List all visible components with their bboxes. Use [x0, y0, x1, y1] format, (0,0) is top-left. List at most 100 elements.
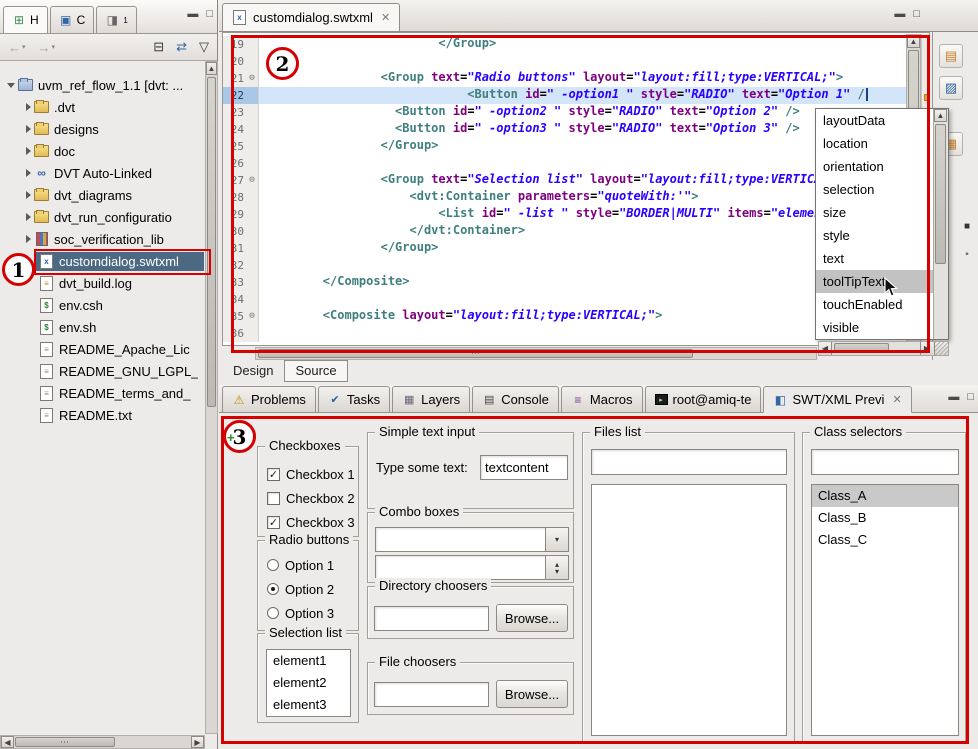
collapse-all-icon[interactable]: ⊟ [153, 39, 164, 55]
tree-vscrollbar[interactable]: ▲ [205, 61, 218, 734]
tree-expanded-arrow-icon[interactable] [7, 83, 15, 88]
directory-input[interactable] [374, 606, 489, 631]
list-item[interactable]: element2 [267, 672, 350, 694]
tab-swt-xml-previ[interactable]: SWT/XML Previ✕ [763, 386, 911, 413]
radio-row[interactable]: Option 1 [267, 555, 334, 575]
scroll-up-icon[interactable]: ▲ [934, 109, 947, 122]
line-number-gutter[interactable]: 19 [223, 36, 259, 53]
line-number-gutter[interactable]: 32 [223, 257, 259, 274]
line-number-gutter[interactable]: 33 [223, 274, 259, 291]
view-tab-window[interactable]: 1 [96, 6, 136, 33]
view-menu-icon[interactable]: ▽ [199, 39, 209, 55]
line-number-gutter[interactable]: 35⊖ [223, 308, 259, 325]
radio-unselected-icon[interactable] [267, 607, 279, 619]
combo-box-2[interactable]: ▴▾ [375, 555, 569, 580]
chevron-down-icon[interactable]: ▾ [545, 528, 568, 551]
restore-view-icon[interactable]: ■ [959, 218, 975, 234]
text-input[interactable] [480, 455, 568, 480]
tree-item[interactable]: env.csh [0, 294, 204, 316]
list-item[interactable]: element1 [267, 650, 350, 672]
class-list[interactable]: Class_A Class_B Class_C [811, 484, 959, 736]
popup-vscrollbar[interactable]: ▲ [933, 109, 948, 339]
checkbox-checked-icon[interactable]: ✓ [267, 468, 280, 481]
combo-box-1[interactable]: ▾ [375, 527, 569, 552]
tree-item[interactable]: .dvt [0, 96, 204, 118]
forward-icon[interactable]: →▾ [38, 40, 56, 55]
scroll-thumb[interactable] [834, 343, 889, 353]
completion-item[interactable]: orientation [816, 155, 933, 178]
tab-layers[interactable]: Layers [392, 386, 470, 412]
checkbox-unchecked-icon[interactable] [267, 492, 280, 505]
browse-directory-button[interactable]: Browse... [496, 604, 568, 632]
completion-item[interactable]: visible [816, 316, 933, 339]
selection-list[interactable]: element1 element2 element3 [266, 649, 351, 717]
files-list[interactable] [591, 484, 787, 736]
tree-item[interactable]: README_terms_and_ [0, 382, 204, 404]
maximize-icon[interactable]: □ [967, 391, 974, 403]
checkbox-row[interactable]: ✓ Checkbox 1 [267, 464, 355, 484]
tree-item[interactable]: uvm_ref_flow_1.1 [dvt: ... [0, 74, 204, 96]
line-number-gutter[interactable]: 24 [223, 121, 259, 138]
list-item[interactable]: Class_B [812, 507, 958, 529]
scroll-up-icon[interactable]: ▲ [206, 62, 217, 75]
line-number-gutter[interactable]: 28 [223, 189, 259, 206]
browse-file-button[interactable]: Browse... [496, 680, 568, 708]
tree-item[interactable]: README.txt [0, 404, 204, 426]
minimize-icon[interactable]: ▬ [948, 391, 959, 403]
scroll-left-icon[interactable]: ◀ [1, 736, 14, 748]
completion-item[interactable]: text [816, 247, 933, 270]
tree-item[interactable]: soc_verification_lib [0, 228, 204, 250]
tree-item[interactable]: designs [0, 118, 204, 140]
files-filter-input[interactable] [591, 449, 787, 475]
line-number-gutter[interactable]: 29 [223, 206, 259, 223]
tab-design[interactable]: Design [222, 360, 284, 382]
radio-unselected-icon[interactable] [267, 559, 279, 571]
popup-hscrollbar[interactable]: ◀ ▶ [818, 341, 949, 356]
scroll-thumb[interactable] [15, 737, 115, 747]
checkbox-row[interactable]: ✓ Checkbox 3 [267, 512, 355, 532]
completion-item[interactable]: size [816, 201, 933, 224]
line-number-gutter[interactable]: 20 [223, 53, 259, 70]
maximize-icon[interactable]: □ [913, 8, 920, 20]
overview-marker[interactable] [924, 94, 930, 101]
editor-tab-customdialog[interactable]: customdialog.swtxml ✕ [222, 3, 400, 31]
completion-item[interactable]: location [816, 132, 933, 155]
scroll-thumb[interactable] [258, 349, 693, 358]
list-item[interactable]: Class_C [812, 529, 958, 551]
fast-view-icon-2[interactable]: ▨ [939, 76, 963, 100]
scroll-thumb[interactable] [935, 124, 946, 264]
line-number-gutter[interactable]: 22 [223, 87, 259, 104]
link-with-editor-icon[interactable]: ⇄ [176, 39, 187, 55]
code-line[interactable]: 21⊖ <Group text="Radio buttons" layout="… [223, 70, 929, 87]
code-line[interactable]: 19 </Group> [223, 36, 929, 53]
file-input[interactable] [374, 682, 489, 707]
minimize-icon[interactable]: ▬ [894, 8, 905, 20]
fold-collapse-icon[interactable]: ⊖ [246, 308, 258, 325]
view-tab-hierarchy[interactable]: H [3, 6, 48, 33]
list-item[interactable]: element3 [267, 694, 350, 716]
tab-source[interactable]: Source [284, 360, 347, 382]
tree-item[interactable]: README_Apache_Lic [0, 338, 204, 360]
back-icon[interactable]: ←▾ [8, 40, 26, 55]
fold-collapse-icon[interactable]: ⊖ [246, 172, 258, 189]
tree-item[interactable]: DVT Auto-Linked [0, 162, 204, 184]
code-line[interactable]: 22 <Button id=" -option1 " style="RADIO"… [223, 87, 929, 104]
close-icon[interactable]: ✕ [381, 11, 390, 24]
radio-row[interactable]: Option 3 [267, 603, 334, 623]
completion-item[interactable]: touchEnabled [816, 293, 933, 316]
tree-item[interactable]: dvt_diagrams [0, 184, 204, 206]
scroll-up-icon[interactable]: ▲ [907, 35, 920, 48]
restore-view-icon-2[interactable]: ▪ [959, 246, 975, 262]
tree-item[interactable]: doc [0, 140, 204, 162]
scroll-left-icon[interactable]: ◀ [819, 342, 832, 355]
line-number-gutter[interactable]: 25 [223, 138, 259, 155]
class-filter-input[interactable] [811, 449, 959, 475]
line-number-gutter[interactable]: 23 [223, 104, 259, 121]
editor-hscrollbar[interactable] [255, 347, 817, 360]
radio-selected-icon[interactable] [267, 583, 279, 595]
tree-hscrollbar[interactable]: ◀ ▶ [0, 735, 205, 749]
tab-root-amiq-te[interactable]: root@amiq-te [645, 386, 762, 412]
list-item[interactable]: Class_A [812, 485, 958, 507]
radio-row[interactable]: Option 2 [267, 579, 334, 599]
tree-item[interactable]: dvt_run_configuratio [0, 206, 204, 228]
